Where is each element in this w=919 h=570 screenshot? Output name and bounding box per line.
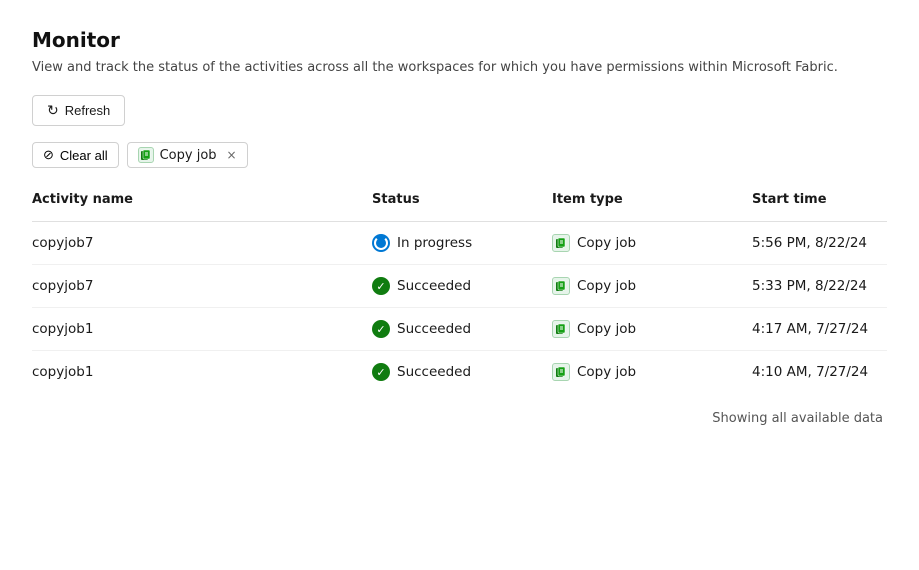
copy-job-filter-chip[interactable]: Copy job × [127,142,248,168]
page-title: Monitor [32,28,887,52]
table-header: Activity name Status Item type Start tim… [32,186,887,222]
activity-name-cell: copyjob1 [32,321,372,337]
header-activity-name: Activity name [32,186,372,213]
clear-icon: ⊘ [43,147,54,163]
copy-job-chip-icon [138,147,154,163]
start-time-cell: 4:10 AM, 7/27/24 [752,364,919,380]
status-label: Succeeded [397,364,471,380]
item-type-label: Copy job [577,321,636,337]
activity-name-cell: copyjob7 [32,278,372,294]
clear-all-label: Clear all [60,148,108,163]
chip-close-button[interactable]: × [227,149,237,161]
chip-label: Copy job [160,148,217,163]
copy-job-icon [552,363,570,381]
status-cell: ✓ Succeeded [372,363,552,381]
refresh-label: Refresh [65,103,111,118]
succeeded-icon: ✓ [372,363,390,381]
status-cell: ✓ Succeeded [372,320,552,338]
item-type-cell: Copy job [552,320,752,338]
start-time-cell: 5:56 PM, 8/22/24 [752,235,919,251]
item-type-cell: Copy job [552,363,752,381]
filter-bar: ⊘ Clear all Copy job × [32,142,887,168]
item-type-label: Copy job [577,235,636,251]
activity-name-cell: copyjob7 [32,235,372,251]
status-label: In progress [397,235,472,251]
clear-all-button[interactable]: ⊘ Clear all [32,142,119,168]
toolbar: ↻ Refresh [32,95,887,126]
copy-job-icon [552,277,570,295]
refresh-button[interactable]: ↻ Refresh [32,95,125,126]
table-row[interactable]: copyjob1✓Succeeded Copy job4:17 AM, 7/27… [32,308,887,351]
start-time-cell: 5:33 PM, 8/22/24 [752,278,919,294]
status-label: Succeeded [397,278,471,294]
copy-job-icon [552,234,570,252]
status-label: Succeeded [397,321,471,337]
succeeded-icon: ✓ [372,320,390,338]
succeeded-icon: ✓ [372,277,390,295]
item-type-label: Copy job [577,278,636,294]
start-time-cell: 4:17 AM, 7/27/24 [752,321,919,337]
item-type-label: Copy job [577,364,636,380]
table-row[interactable]: copyjob7In progress Copy job5:56 PM, 8/2… [32,222,887,265]
footer-text: Showing all available data [32,411,887,426]
table-row[interactable]: copyjob1✓Succeeded Copy job4:10 AM, 7/27… [32,351,887,393]
header-status: Status [372,186,552,213]
item-type-cell: Copy job [552,277,752,295]
in-progress-icon [372,234,390,252]
header-item-type: Item type [552,186,752,213]
header-start-time: Start time [752,186,919,213]
copy-job-icon [552,320,570,338]
status-cell: In progress [372,234,552,252]
refresh-icon: ↻ [47,102,59,119]
activity-table: Activity name Status Item type Start tim… [32,186,887,426]
status-cell: ✓ Succeeded [372,277,552,295]
page-container: Monitor View and track the status of the… [0,0,919,570]
page-subtitle: View and track the status of the activit… [32,60,887,75]
table-row[interactable]: copyjob7✓Succeeded Copy job5:33 PM, 8/22… [32,265,887,308]
activity-name-cell: copyjob1 [32,364,372,380]
table-body: copyjob7In progress Copy job5:56 PM, 8/2… [32,222,887,393]
item-type-cell: Copy job [552,234,752,252]
